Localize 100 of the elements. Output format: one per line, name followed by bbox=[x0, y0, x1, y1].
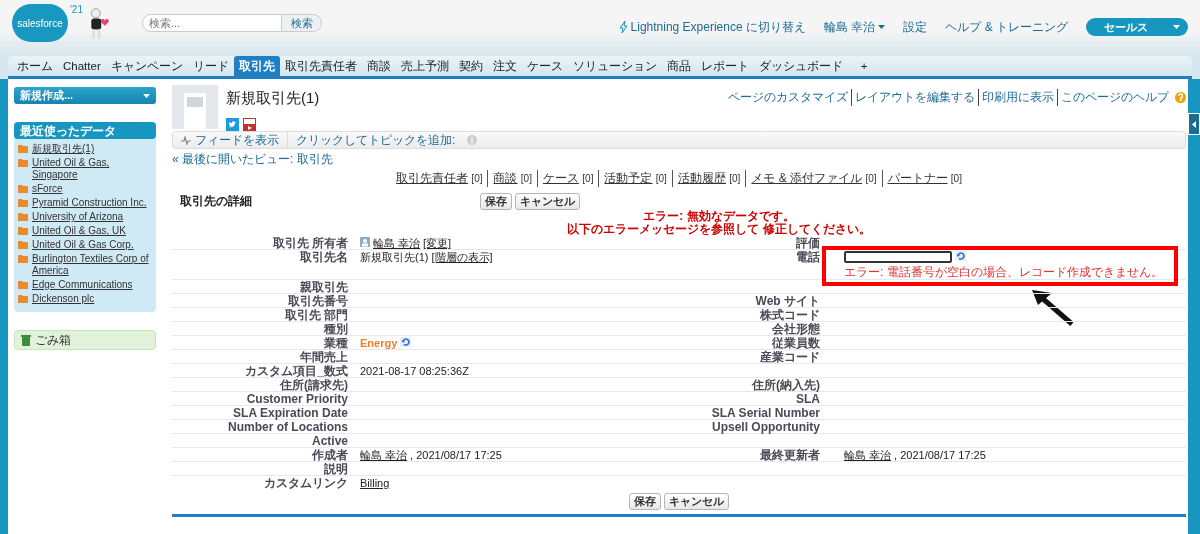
related-list-link[interactable]: パートナー [0] bbox=[881, 170, 967, 187]
nav-tab[interactable]: 注文 bbox=[487, 56, 522, 76]
recent-item[interactable]: sForce bbox=[14, 182, 156, 196]
field-error: エラー: 電話番号が空白の場合、レコード作成できません。 bbox=[844, 266, 1164, 279]
field-label: 取引先 所有者 bbox=[271, 236, 348, 249]
field-label: カスタム項目_数式 bbox=[244, 364, 348, 377]
add-topic-link[interactable]: クリックしてトピックを追加: bbox=[288, 132, 464, 148]
field-link[interactable]: [階層の表示] bbox=[431, 251, 493, 263]
field-label: Active bbox=[310, 434, 348, 447]
undo-icon[interactable] bbox=[400, 337, 412, 347]
nav-tab[interactable]: ホーム bbox=[12, 56, 58, 76]
field-value: , 2021/08/17 17:25 bbox=[894, 449, 986, 461]
related-list-link[interactable]: ケース [0] bbox=[536, 170, 599, 187]
page-link[interactable]: 印刷用に表示 bbox=[978, 89, 1057, 106]
version-label: '21 bbox=[69, 4, 83, 15]
phone-input[interactable] bbox=[844, 251, 952, 263]
save-button[interactable]: 保存 bbox=[480, 193, 512, 210]
page-link[interactable]: このページのヘルプ bbox=[1057, 89, 1172, 106]
nav-tab[interactable]: リード bbox=[187, 56, 234, 76]
nav-tab[interactable]: ケース bbox=[521, 56, 568, 76]
nav-tab[interactable]: 商談 bbox=[361, 56, 396, 76]
add-tab[interactable]: + bbox=[855, 56, 873, 76]
field-label: 業種 bbox=[323, 336, 348, 349]
twitter-icon[interactable] bbox=[226, 118, 239, 131]
show-feed-link[interactable]: フィードを表示 bbox=[173, 132, 288, 148]
breadcrumb-link[interactable]: « 最後に開いたビュー: 取引先 bbox=[172, 151, 1186, 168]
nav-tab[interactable]: 取引先責任者 bbox=[279, 56, 362, 76]
related-list-link[interactable]: 商談 [0] bbox=[487, 170, 537, 187]
related-list-link[interactable]: 活動履歴 [0] bbox=[671, 170, 746, 187]
nav-tab[interactable]: Chatter bbox=[58, 56, 106, 76]
field-label: 取引先番号 bbox=[287, 294, 348, 307]
nav-tab[interactable]: ソリューション bbox=[567, 56, 662, 76]
page-link[interactable]: ページのカスタマイズ bbox=[725, 89, 851, 106]
recent-item[interactable]: United Oil & Gas Corp. bbox=[14, 238, 156, 252]
field-label: 説明 bbox=[323, 462, 348, 475]
field-label: 作成者 bbox=[311, 448, 348, 461]
nav-tab[interactable]: 売上予測 bbox=[395, 56, 454, 76]
field-label: 産業コード bbox=[759, 350, 820, 363]
arrow-drawing bbox=[1030, 288, 1074, 326]
related-list-link[interactable]: 活動予定 [0] bbox=[598, 170, 672, 187]
field-link[interactable]: [変更] bbox=[423, 237, 452, 249]
nav-tab[interactable]: ダッシュボード bbox=[753, 56, 848, 76]
field-label: 株式コード bbox=[759, 308, 820, 321]
field-label: 年間売上 bbox=[299, 350, 348, 363]
recent-item[interactable]: University of Arizona bbox=[14, 210, 156, 224]
field-label: Number of Locations bbox=[227, 420, 348, 433]
search-button[interactable]: 検索 bbox=[282, 14, 322, 32]
page-link[interactable]: レイアウトを編集する bbox=[851, 89, 978, 106]
field-label: 住所(請求先) bbox=[278, 378, 348, 391]
building-icon bbox=[172, 85, 218, 129]
trash-icon bbox=[21, 334, 31, 346]
recent-item[interactable]: 新規取引先(1) bbox=[14, 142, 156, 156]
nav-tab[interactable]: 契約 bbox=[453, 56, 488, 76]
related-list-link[interactable]: メモ & 添付ファイル [0] bbox=[745, 170, 882, 187]
recent-item[interactable]: United Oil & Gas, UK bbox=[14, 224, 156, 238]
caret-icon bbox=[1173, 25, 1180, 29]
error-message: エラー: 無効なデータです。 bbox=[643, 210, 795, 223]
field-link[interactable]: 輪島 幸治 bbox=[360, 449, 408, 461]
cancel-button[interactable]: キャンセル bbox=[515, 193, 580, 210]
field-label: 取引先名 bbox=[299, 250, 348, 266]
field-label: Upsell Opportunity bbox=[711, 420, 820, 433]
recent-item[interactable]: Edge Communications bbox=[14, 278, 156, 292]
field-label: 種別 bbox=[323, 322, 348, 335]
user-menu[interactable]: 輪島 幸治 bbox=[824, 18, 886, 36]
search-field[interactable]: 検索... bbox=[142, 14, 282, 32]
field-link[interactable]: 輪島 幸治 bbox=[844, 449, 892, 461]
field-link[interactable]: Billing bbox=[360, 477, 390, 489]
page-title: 新規取引先(1) bbox=[226, 89, 320, 108]
field-label: SLA bbox=[795, 392, 820, 405]
header-link[interactable]: 設定 bbox=[903, 18, 928, 36]
field-value: 2021-08-17 08:25:36Z bbox=[360, 365, 469, 377]
field-value: 新規取引先(1) bbox=[360, 251, 429, 263]
header-link[interactable]: Lightning Experience に切り替え bbox=[618, 18, 806, 36]
nav-tab[interactable]: レポート bbox=[695, 56, 754, 76]
recycle-bin[interactable]: ごみ箱 bbox=[14, 330, 156, 350]
recent-item[interactable]: Burlington Textiles Corp of America bbox=[14, 252, 156, 278]
cancel-button[interactable]: キャンセル bbox=[664, 493, 729, 510]
field-label: 会社形態 bbox=[771, 322, 820, 335]
field-label: SLA Expiration Date bbox=[232, 406, 348, 419]
panel-title: 最近使ったデータ bbox=[14, 122, 156, 139]
save-button[interactable]: 保存 bbox=[629, 493, 661, 510]
field-label: 評価 bbox=[795, 236, 820, 249]
nav-tab[interactable]: 取引先 bbox=[233, 56, 280, 76]
nav-tab[interactable]: キャンペーン bbox=[105, 56, 188, 76]
field-label: 最終更新者 bbox=[759, 448, 820, 461]
field-label: 住所(納入先) bbox=[750, 378, 820, 391]
field-value: Energy bbox=[360, 337, 398, 349]
recent-item[interactable]: Dickenson plc bbox=[14, 292, 156, 306]
field-label: Customer Priority bbox=[245, 392, 348, 405]
header-link[interactable]: ヘルプ & トレーニング bbox=[945, 18, 1068, 36]
section-title: 取引先の詳細 bbox=[180, 193, 253, 210]
undo-icon[interactable] bbox=[955, 251, 966, 261]
caret-icon bbox=[878, 25, 886, 29]
field-link[interactable]: 輪島 幸治 bbox=[373, 237, 421, 249]
related-list-link[interactable]: 取引先責任者 [0] bbox=[391, 170, 488, 187]
video-icon[interactable] bbox=[243, 118, 256, 132]
sidebar-toggle[interactable] bbox=[1188, 113, 1200, 135]
field-value: , 2021/08/17 17:25 bbox=[410, 449, 502, 461]
recent-item[interactable]: Pyramid Construction Inc. bbox=[14, 196, 156, 210]
nav-tab[interactable]: 商品 bbox=[661, 56, 696, 76]
